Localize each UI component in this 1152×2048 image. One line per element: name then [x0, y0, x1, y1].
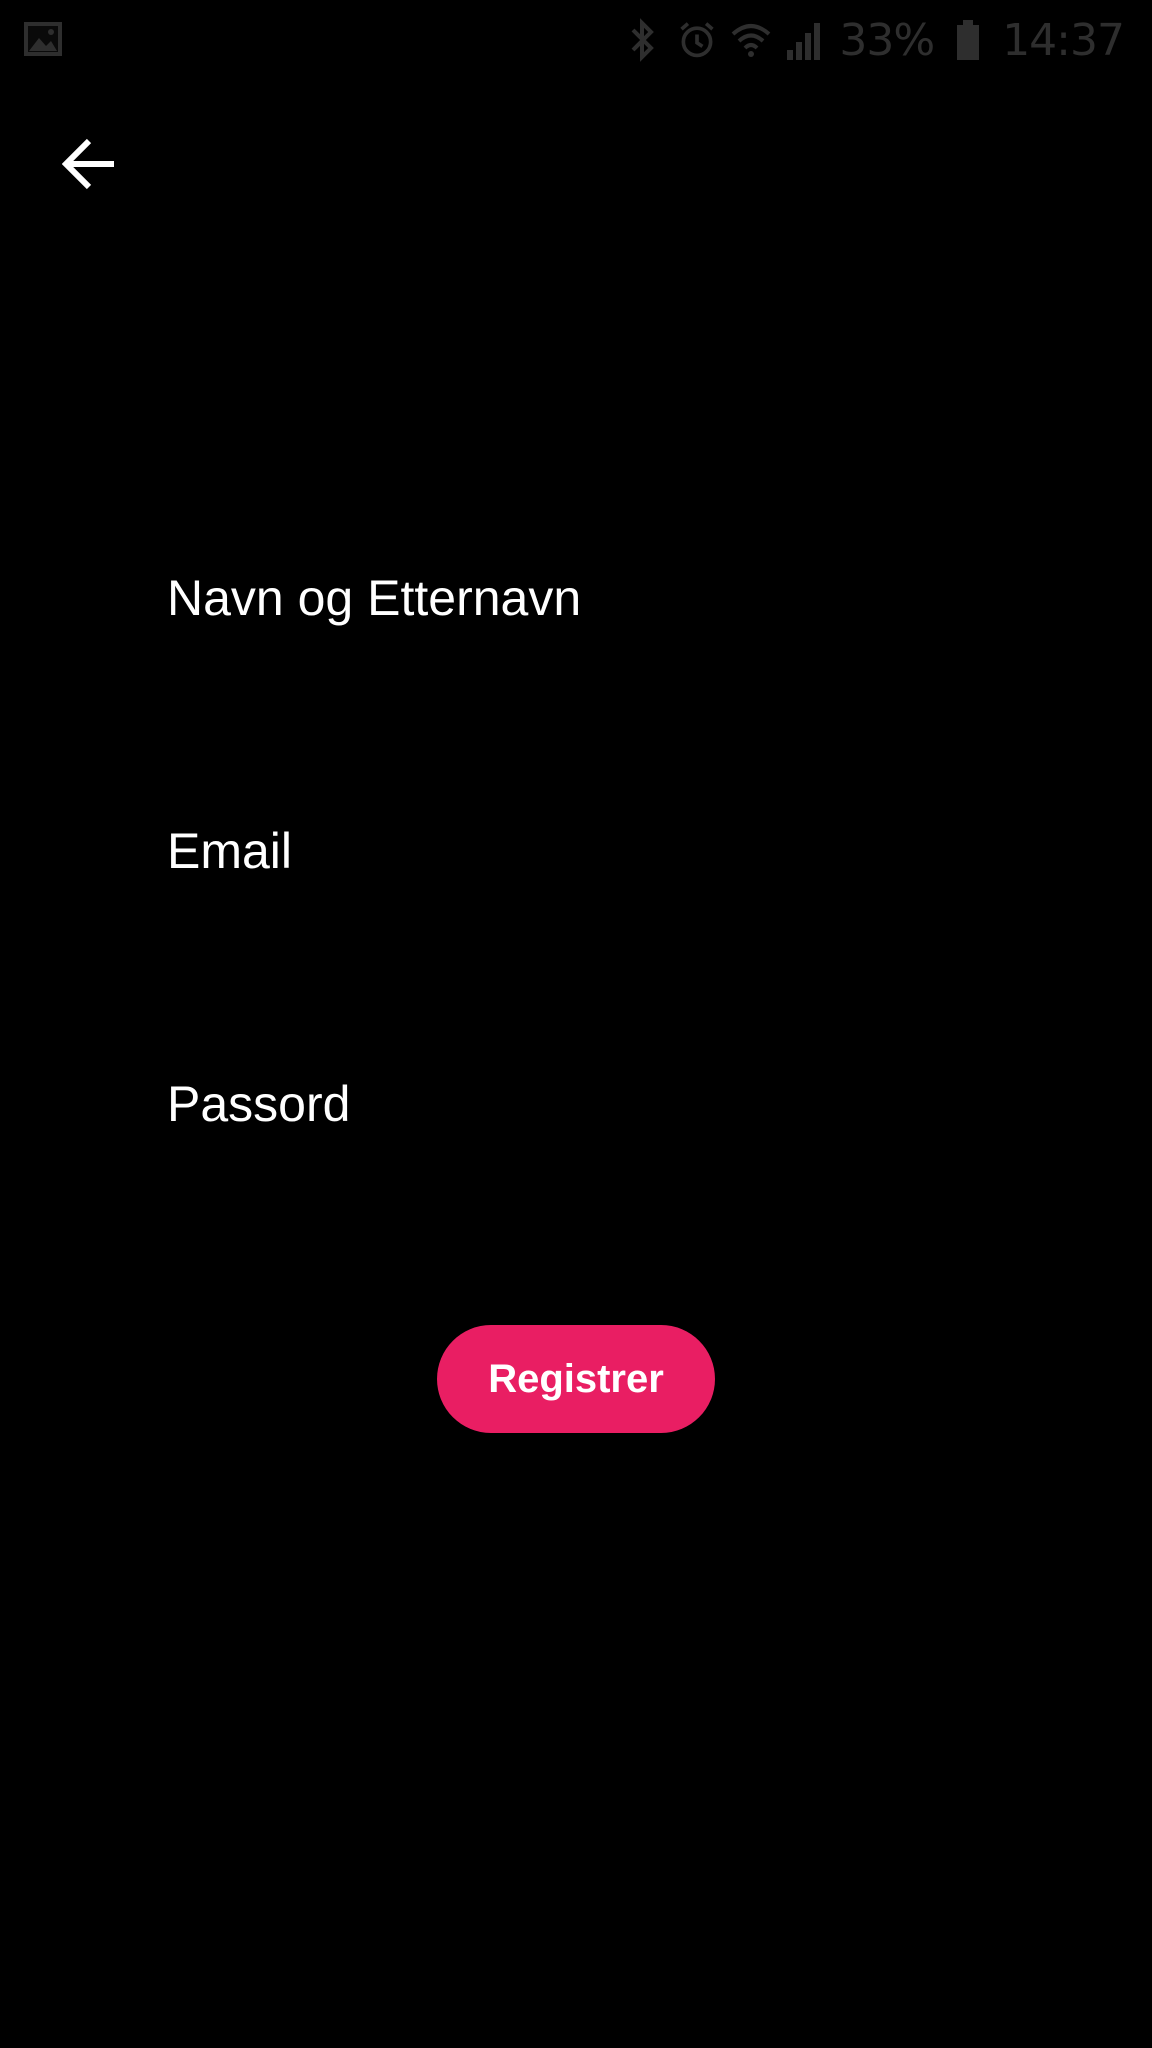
- alarm-icon: [677, 18, 717, 62]
- status-bar: 33% 14:37: [0, 0, 1152, 80]
- password-field[interactable]: [167, 1054, 987, 1154]
- signal-icon: [785, 18, 825, 62]
- arrow-back-icon: [61, 136, 118, 197]
- name-field-wrapper: [167, 548, 987, 658]
- bluetooth-icon: [623, 18, 663, 62]
- battery-icon: [948, 18, 988, 62]
- wifi-icon: [731, 18, 771, 62]
- battery-percent: 33%: [839, 14, 935, 66]
- back-button[interactable]: [40, 120, 140, 212]
- registration-form: [167, 548, 987, 1307]
- status-time: 14:37: [1002, 14, 1125, 66]
- register-button[interactable]: Registrer: [437, 1325, 715, 1433]
- status-icons: 33% 14:37: [623, 12, 1125, 68]
- email-field-wrapper: [167, 801, 987, 911]
- gallery-icon: [22, 20, 64, 58]
- password-field-wrapper: [167, 1054, 987, 1164]
- email-field[interactable]: [167, 801, 987, 901]
- name-field[interactable]: [167, 548, 987, 648]
